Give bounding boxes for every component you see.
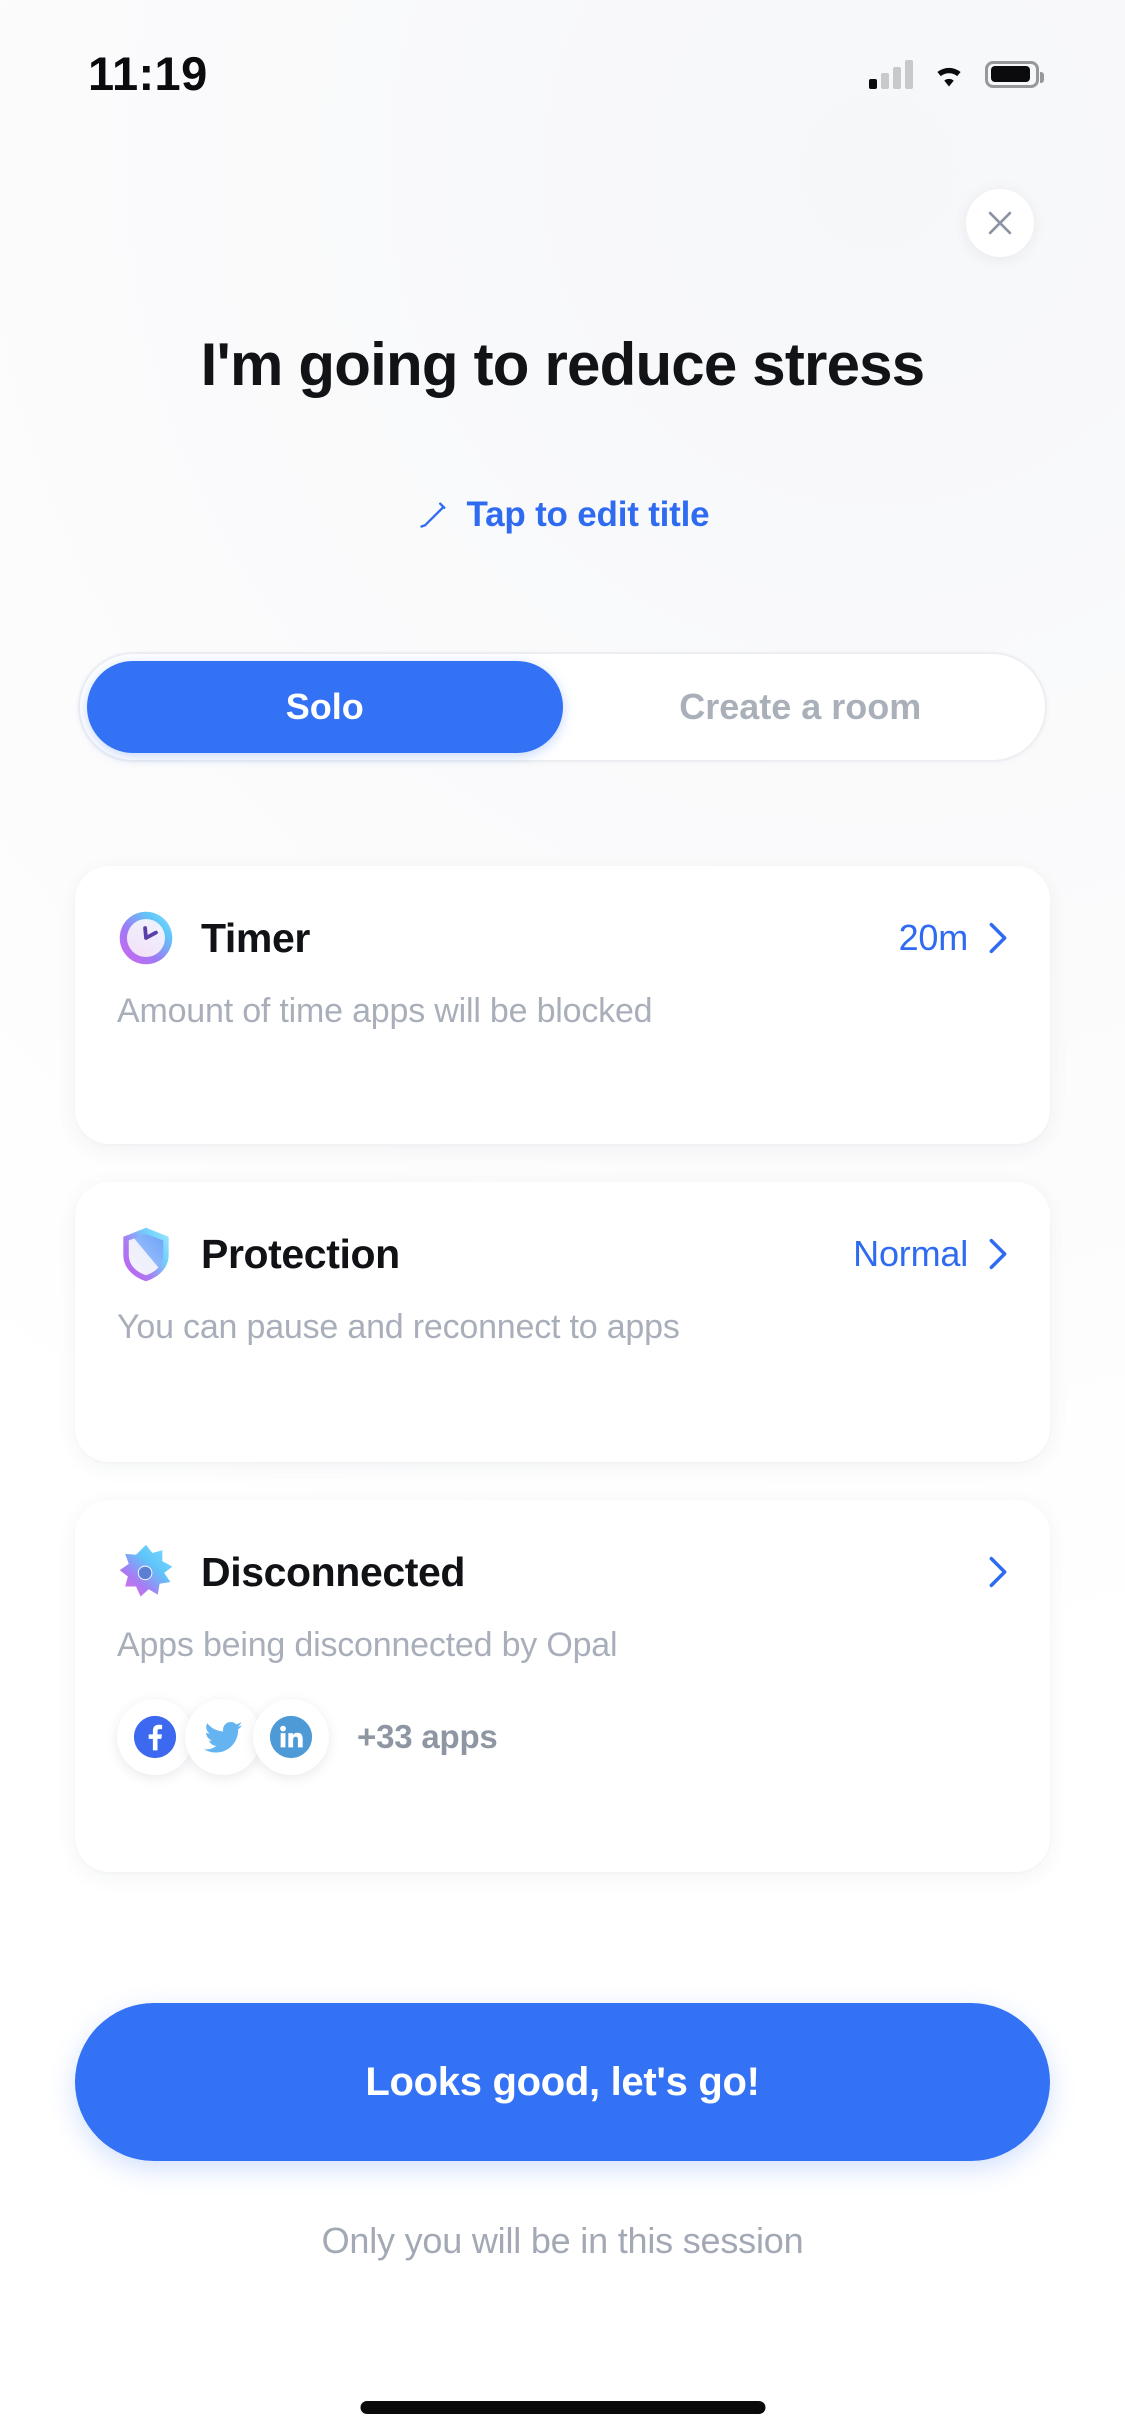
shield-icon — [123, 1227, 169, 1282]
disconnected-card-title: Disconnected — [201, 1548, 466, 1595]
timer-card-header: Timer 20m — [117, 866, 1008, 996]
protection-card-header: Protection Normal — [117, 1182, 1008, 1312]
chevron-right-icon — [989, 922, 1007, 954]
disconnected-card-subtitle: Apps being disconnected by Opal — [117, 1626, 618, 1664]
pencil-icon — [419, 502, 446, 528]
chevron-right-icon — [989, 1556, 1007, 1588]
mode-option-solo[interactable]: Solo — [87, 661, 563, 753]
close-button[interactable] — [966, 189, 1034, 257]
timer-card[interactable]: Timer 20m Amount of time apps will be bl… — [75, 866, 1050, 1144]
disconnected-card[interactable]: Disconnected Apps being disconnected by … — [75, 1500, 1050, 1872]
status-bar-icons — [869, 59, 1044, 89]
protection-card-title: Protection — [201, 1230, 400, 1277]
mode-option-create-a-room[interactable]: Create a room — [563, 661, 1039, 753]
home-indicator[interactable] — [360, 2401, 765, 2414]
chevron-right-icon — [989, 1238, 1007, 1270]
protection-card-value: Normal — [853, 1233, 968, 1274]
primary-action-button[interactable]: Looks good, let's go! — [75, 2003, 1050, 2161]
twitter-icon — [203, 1721, 243, 1753]
page-title: I'm going to reduce stress — [200, 331, 925, 398]
timer-card-subtitle: Amount of time apps will be blocked — [117, 992, 653, 1030]
status-bar: 11:19 — [0, 0, 1125, 132]
gear-icon — [119, 1544, 173, 1597]
edit-title-button[interactable]: Tap to edit title — [0, 495, 1125, 535]
status-bar-time: 11:19 — [88, 46, 208, 100]
disconnected-apps-row: +33 apps — [117, 1699, 1008, 1775]
timer-card-title: Timer — [201, 914, 310, 961]
disconnected-card-header: Disconnected — [117, 1500, 1008, 1630]
session-footnote: Only you will be in this session — [321, 2220, 804, 2261]
timer-card-value: 20m — [898, 917, 969, 958]
app-bubble-linkedin[interactable] — [253, 1699, 329, 1775]
clock-icon — [119, 911, 173, 965]
app-bubble-twitter[interactable] — [185, 1699, 261, 1775]
apps-more-count[interactable]: +33 apps — [357, 1718, 498, 1756]
mode-switch: Solo Create a room — [78, 652, 1047, 762]
protection-card[interactable]: Protection Normal You can pause and reco… — [75, 1182, 1050, 1462]
close-icon — [988, 211, 1012, 235]
wifi-icon — [937, 67, 961, 87]
battery-icon — [985, 60, 1044, 88]
protection-card-subtitle: You can pause and reconnect to apps — [117, 1308, 680, 1346]
linkedin-icon — [269, 1715, 313, 1759]
app-bubble-facebook[interactable] — [117, 1699, 193, 1775]
cellular-signal-icon — [869, 59, 913, 89]
app-screen: 11:19 I'm going to reduce stress Tap to … — [0, 0, 1125, 2436]
facebook-icon — [133, 1715, 177, 1759]
edit-title-label: Tap to edit title — [466, 495, 710, 534]
